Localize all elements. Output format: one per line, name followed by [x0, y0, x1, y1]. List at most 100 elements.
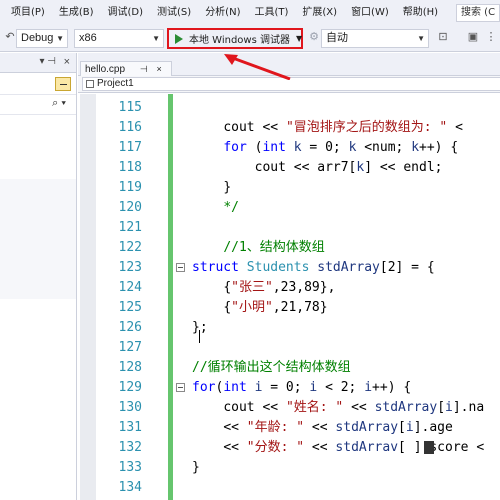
- collapse-icon[interactable]: [176, 383, 185, 392]
- tab-label: hello.cpp: [85, 64, 126, 75]
- code-text: for(int i = 0; i < 2; i++) {: [192, 380, 412, 395]
- line-number: 117: [118, 140, 142, 155]
- text-cursor-icon: [199, 330, 207, 343]
- code-text: << "分数: " << stdArrav[ ].score <: [223, 440, 485, 455]
- collapse-all-button[interactable]: [55, 77, 71, 91]
- pin-icon[interactable]: ⊣: [140, 64, 148, 74]
- start-debugging-button[interactable]: 本地 Windows 调试器 ▼: [167, 28, 303, 49]
- configuration-select[interactable]: Debug ▼: [16, 29, 68, 48]
- menu-item-8[interactable]: 帮助(H): [396, 0, 445, 26]
- line-number: 134: [118, 480, 142, 495]
- chevron-down-icon: ▼: [152, 34, 160, 43]
- code-text: cout << arr7[k] << endl;: [254, 160, 443, 175]
- menu-item-5[interactable]: 工具(T): [247, 0, 295, 26]
- project-value: Project1: [97, 78, 134, 89]
- line-number: 119: [118, 180, 142, 195]
- code-text: }: [223, 180, 232, 195]
- code-line[interactable]: 116 cout << "冒泡排序之后的数组为: " <: [78, 118, 500, 138]
- code-text: {"张三",23,89},: [223, 280, 336, 295]
- chevron-down-icon: ▼: [417, 34, 425, 43]
- menu-item-6[interactable]: 扩展(X): [295, 0, 344, 26]
- code-line[interactable]: 122 //1、结构体数组: [78, 238, 500, 258]
- platform-value: x86: [79, 32, 97, 44]
- line-number: 129: [118, 380, 142, 395]
- chevron-down-icon: ▼: [296, 34, 303, 43]
- code-line[interactable]: 119 }: [78, 178, 500, 198]
- pin-icon[interactable]: ▾ ⊣: [39, 56, 56, 67]
- line-number: 124: [118, 280, 142, 295]
- tab-hello-cpp[interactable]: hello.cpp ⊣ ×: [80, 61, 172, 77]
- menu-item-4[interactable]: 分析(N): [198, 0, 247, 26]
- search-input[interactable]: 搜索 (C: [456, 4, 500, 22]
- auto-value: 自动: [326, 32, 348, 44]
- code-editor: hello.cpp ⊣ × Project1 115 116 cout << "冒…: [78, 53, 500, 500]
- code-line[interactable]: 126};: [78, 318, 500, 338]
- code-text: {"小明",21,78}: [223, 300, 328, 315]
- menu-item-1[interactable]: 生成(B): [52, 0, 101, 26]
- search-icon: ⌕ ▾: [52, 97, 66, 109]
- line-number: 122: [118, 240, 142, 255]
- code-line[interactable]: 128 //循环输出这个结构体数组: [78, 358, 500, 378]
- annotation-arrow-icon: [224, 54, 291, 80]
- line-number: 127: [118, 340, 142, 355]
- panel-header: ▾ ⊣ ×: [0, 53, 76, 73]
- close-icon[interactable]: ×: [156, 64, 161, 74]
- line-number: 133: [118, 460, 142, 475]
- code-line[interactable]: 117 for (int k = 0; k <num; k++) {: [78, 138, 500, 158]
- code-line[interactable]: 131 << "年龄: " << stdArray[i].age: [78, 418, 500, 438]
- line-number: 132: [118, 440, 142, 455]
- line-number: 120: [118, 200, 142, 215]
- code-text: cout << "姓名: " << stdArray[i].na: [223, 400, 485, 415]
- undo-icon[interactable]: ↶: [3, 30, 17, 44]
- collapse-icon[interactable]: [176, 263, 185, 272]
- code-line[interactable]: 134: [78, 478, 500, 498]
- code-text: */: [223, 200, 239, 215]
- auto-select[interactable]: 自动 ▼: [321, 29, 429, 48]
- menu-item-7[interactable]: 窗口(W): [344, 0, 396, 26]
- panel-body: [0, 117, 76, 500]
- menu-bar: 项目(P) 生成(B) 调试(D) 测试(S) 分析(N) 工具(T) 扩展(X) 窗口(W)…: [0, 0, 500, 26]
- code-text: }: [192, 460, 200, 475]
- code-text: //1、结构体数组: [223, 240, 325, 255]
- menu-item-0[interactable]: 项目(P): [0, 0, 52, 26]
- more-options-icon[interactable]: ⋮: [484, 30, 498, 44]
- panel-toolbar: [0, 73, 76, 95]
- attach-icon[interactable]: ⚙: [307, 30, 321, 44]
- code-line[interactable]: 120 */: [78, 198, 500, 218]
- close-icon[interactable]: ×: [64, 56, 70, 68]
- menu-item-3[interactable]: 测试(S): [150, 0, 198, 26]
- configuration-value: Debug: [21, 32, 54, 44]
- mouse-cursor-icon: [424, 441, 434, 454]
- code-text: for (int k = 0; k <num; k++) {: [223, 140, 459, 155]
- code-text: << "年龄: " << stdArray[i].age: [223, 420, 453, 435]
- line-number: 125: [118, 300, 142, 315]
- line-number: 116: [118, 120, 142, 135]
- line-number: 123: [118, 260, 142, 275]
- line-number: 128: [118, 360, 142, 375]
- menu-item-2[interactable]: 调试(D): [101, 0, 151, 26]
- code-line[interactable]: 127: [78, 338, 500, 358]
- code-line[interactable]: 121: [78, 218, 500, 238]
- line-number: 130: [118, 400, 142, 415]
- code-line[interactable]: 118 cout << arr7[k] << endl;: [78, 158, 500, 178]
- toolbar-button-icon[interactable]: ⊡: [436, 30, 450, 44]
- code-line[interactable]: 130 cout << "姓名: " << stdArray[i].na: [78, 398, 500, 418]
- code-text: cout << "冒泡排序之后的数组为: " <: [223, 120, 463, 135]
- code-line[interactable]: 123 struct Students stdArray[2] = {: [78, 258, 500, 278]
- code-text: //循环输出这个结构体数组: [192, 360, 351, 375]
- line-number: 118: [118, 160, 142, 175]
- code-line[interactable]: 124 {"张三",23,89},: [78, 278, 500, 298]
- chevron-down-icon: ▼: [56, 34, 64, 43]
- code-line[interactable]: 133}: [78, 458, 500, 478]
- platform-select[interactable]: x86 ▼: [74, 29, 164, 48]
- code-line[interactable]: 115: [78, 98, 500, 118]
- code-line[interactable]: 132 << "分数: " << stdArrav[ ].score <: [78, 438, 500, 458]
- line-number: 115: [118, 100, 142, 115]
- code-line[interactable]: 125 {"小明",21,78}: [78, 298, 500, 318]
- camera-icon[interactable]: ▣: [466, 30, 480, 44]
- line-number: 121: [118, 220, 142, 235]
- code-text: struct Students stdArray[2] = {: [192, 260, 435, 275]
- panel-search[interactable]: ⌕ ▾: [0, 95, 76, 115]
- code-line[interactable]: 129 for(int i = 0; i < 2; i++) {: [78, 378, 500, 398]
- project-icon: [86, 80, 94, 88]
